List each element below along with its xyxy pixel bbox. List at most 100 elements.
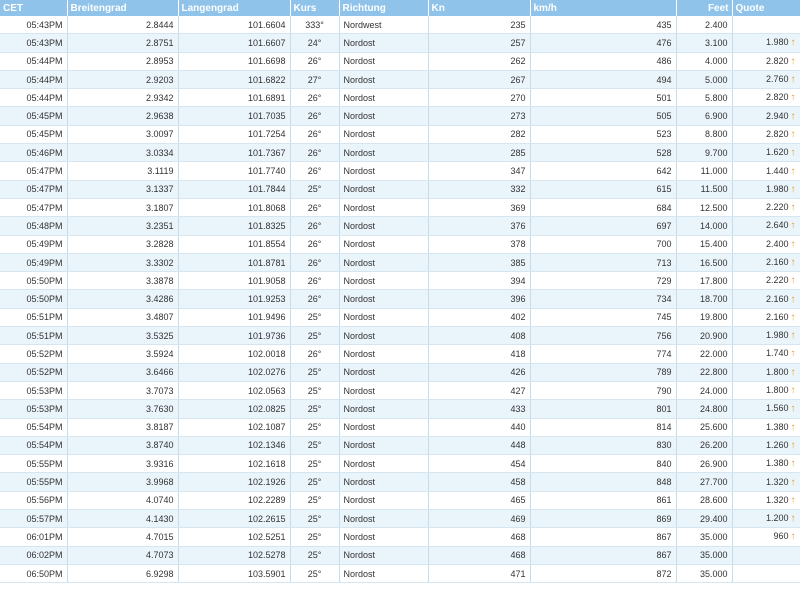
cell-direction: Nordost	[339, 564, 429, 584]
table-row: 05:44PM 2.8953 101.6698 26° Nordost 262 486 4.0…	[0, 52, 800, 71]
table-row: 05:52PM 3.6466 102.0276 25° Nordost 426 789 22.…	[0, 363, 800, 382]
table-row: 05:52PM 3.5924 102.0018 26° Nordost 418 774 22.…	[0, 344, 800, 364]
column-header-longitude[interactable]: Langengrad	[178, 0, 291, 16]
cell-course: 25°	[290, 472, 340, 492]
column-header-cet[interactable]: CET	[0, 0, 68, 16]
cell-longitude: 101.8068	[178, 198, 291, 218]
cell-quote: 1.800 ↑	[732, 363, 800, 382]
cell-feet: 11.000	[676, 161, 733, 181]
column-header-feet[interactable]: Feet	[676, 0, 733, 16]
cell-direction: Nordost	[339, 235, 429, 254]
cell-course: 26°	[290, 253, 340, 273]
cell-course: 26°	[290, 289, 340, 309]
cell-latitude: 4.1430	[67, 509, 179, 529]
column-header-quote[interactable]: Quote	[732, 0, 800, 16]
quote-value: 1.620	[765, 147, 789, 158]
cell-latitude: 3.0097	[67, 125, 179, 145]
up-arrow-icon: ↑	[790, 55, 796, 67]
cell-longitude: 102.5251	[178, 527, 291, 547]
cell-knots: 376	[428, 216, 531, 236]
quote-value: 2.220	[765, 202, 789, 213]
cell-direction: Nordost	[339, 70, 429, 90]
column-header-knots[interactable]: Kn	[428, 0, 531, 16]
cell-kmh: 684	[530, 198, 677, 218]
column-header-course[interactable]: Kurs	[290, 0, 340, 16]
quote-value: 960	[773, 531, 789, 542]
up-arrow-icon: ↑	[790, 513, 796, 525]
table-row: 05:50PM 3.4286 101.9253 26° Nordost 396 734 18.…	[0, 289, 800, 309]
table-row: 06:50PM 6.9298 103.5901 25° Nordost 471 872 35.…	[0, 564, 800, 584]
table-row: 05:49PM 3.3302 101.8781 26° Nordost 385 713 16.…	[0, 253, 800, 273]
cell-kmh: 872	[530, 564, 677, 584]
column-header-direction[interactable]: Richtung	[339, 0, 429, 16]
cell-quote: 1.980 ↑	[732, 326, 800, 346]
cell-quote: 2.220 ↑	[732, 198, 800, 218]
cell-longitude: 102.1087	[178, 418, 291, 437]
cell-latitude: 2.9342	[67, 88, 179, 108]
cell-kmh: 486	[530, 52, 677, 71]
cell-kmh: 700	[530, 235, 677, 254]
cell-latitude: 3.4286	[67, 289, 179, 309]
cell-knots: 448	[428, 436, 531, 456]
table-row: 05:50PM 3.3878 101.9058 26° Nordost 394 729 17.…	[0, 271, 800, 291]
cell-latitude: 3.2351	[67, 216, 179, 236]
cell-feet: 18.700	[676, 289, 733, 309]
table-row: 05:46PM 3.0334 101.7367 26° Nordost 285 528 9.7…	[0, 143, 800, 163]
cell-longitude: 102.0276	[178, 363, 291, 382]
cell-latitude: 3.7630	[67, 399, 179, 419]
cell-longitude: 101.7035	[178, 106, 291, 126]
column-header-latitude[interactable]: Breitengrad	[67, 0, 179, 16]
cell-kmh: 848	[530, 472, 677, 492]
cell-direction: Nordost	[339, 399, 429, 419]
cell-time: 05:46PM	[0, 143, 68, 163]
cell-quote	[732, 546, 800, 565]
quote-value: 1.740	[765, 348, 789, 359]
cell-feet: 26.200	[676, 436, 733, 456]
up-arrow-icon: ↑	[790, 110, 796, 122]
cell-longitude: 101.6607	[178, 33, 291, 53]
cell-feet: 14.000	[676, 216, 733, 236]
up-arrow-icon: ↑	[790, 147, 796, 159]
cell-direction: Nordost	[339, 344, 429, 364]
cell-latitude: 4.7073	[67, 546, 179, 565]
cell-knots: 396	[428, 289, 531, 309]
cell-quote: 1.440 ↑	[732, 161, 800, 181]
cell-knots: 257	[428, 33, 531, 53]
quote-value: 2.160	[765, 311, 789, 322]
cell-quote: 1.980 ↑	[732, 33, 800, 53]
cell-latitude: 2.9203	[67, 70, 179, 90]
cell-latitude: 3.9968	[67, 472, 179, 492]
cell-time: 05:47PM	[0, 180, 68, 199]
cell-longitude: 102.0563	[178, 381, 291, 401]
up-arrow-icon: ↑	[790, 183, 796, 195]
cell-time: 05:48PM	[0, 216, 68, 236]
cell-longitude: 101.8325	[178, 216, 291, 236]
cell-knots: 408	[428, 326, 531, 346]
cell-longitude: 101.8781	[178, 253, 291, 273]
up-arrow-icon: ↑	[790, 220, 796, 232]
up-arrow-icon: ↑	[790, 494, 796, 506]
cell-course: 25°	[290, 527, 340, 547]
quote-value: 1.560	[765, 403, 789, 414]
cell-knots: 267	[428, 70, 531, 90]
cell-time: 05:49PM	[0, 235, 68, 254]
cell-longitude: 101.7740	[178, 161, 291, 181]
cell-feet: 29.400	[676, 509, 733, 529]
cell-kmh: 528	[530, 143, 677, 163]
cell-feet: 27.700	[676, 472, 733, 492]
cell-knots: 347	[428, 161, 531, 181]
cell-course: 25°	[290, 326, 340, 346]
cell-kmh: 789	[530, 363, 677, 382]
cell-kmh: 861	[530, 491, 677, 511]
cell-course: 26°	[290, 52, 340, 71]
column-header-kmh[interactable]: km/h	[530, 0, 677, 16]
cell-feet: 6.900	[676, 106, 733, 126]
cell-feet: 26.900	[676, 454, 733, 474]
up-arrow-icon: ↑	[790, 293, 796, 305]
flight-track-table: CET Breitengrad Langengrad Kurs Richtung…	[0, 0, 800, 584]
cell-knots: 273	[428, 106, 531, 126]
cell-time: 05:56PM	[0, 491, 68, 511]
cell-feet: 24.800	[676, 399, 733, 419]
cell-time: 05:51PM	[0, 308, 68, 328]
cell-quote: 2.820 ↑	[732, 125, 800, 145]
